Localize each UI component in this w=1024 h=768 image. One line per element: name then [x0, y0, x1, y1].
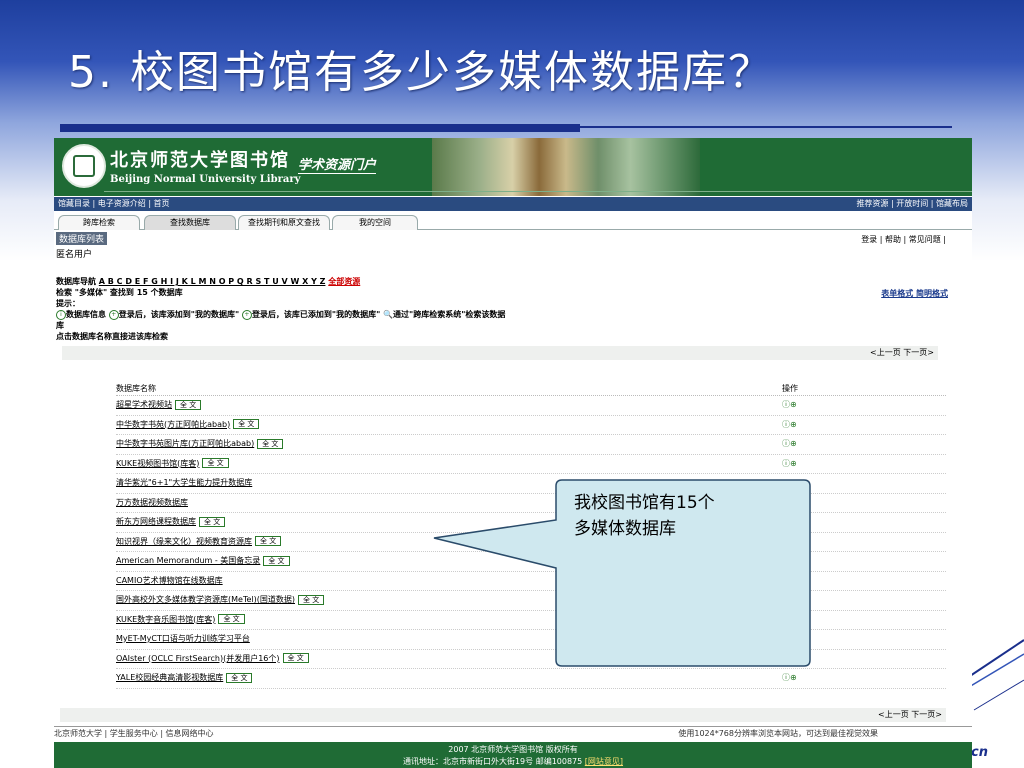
database-name-link[interactable]: 中华数字书苑图片库(方正阿帕比abab) — [116, 439, 254, 448]
fulltext-badge[interactable]: 全 文 — [202, 458, 229, 468]
database-name-link[interactable]: 清华紫光"6+1"大学生能力提升数据库 — [116, 478, 252, 487]
row-action-icons[interactable]: ⓘ⊕ — [782, 416, 797, 435]
info-icon: i — [56, 309, 66, 320]
database-name-link[interactable]: YALE校园经典高清影视数据库 — [116, 673, 223, 682]
row-action-icons[interactable]: ⓘ⊕ — [782, 396, 797, 415]
table-row: 中华数字书苑(方正阿帕比abab) 全 文 ⓘ⊕ — [116, 416, 946, 435]
alpha-label: 数据库导航 — [56, 277, 96, 286]
fulltext-badge[interactable]: 全 文 — [297, 594, 325, 605]
database-name-link[interactable]: 国外高校外文多媒体教学资源库(MeTel)(国道数据) — [116, 595, 295, 604]
add-icon: + — [108, 309, 119, 320]
database-name-link[interactable]: OAIster (OCLC FirstSearch)(并发用户16个) — [116, 654, 280, 663]
fulltext-badge[interactable]: 全 文 — [263, 555, 290, 566]
database-name-link[interactable]: CAMIO艺术博物馆在线数据库 — [116, 576, 223, 585]
table-row: KUKE视频图书馆(库客) 全 文 ⓘ⊕ — [116, 455, 946, 474]
col-name-header: 数据库名称 — [116, 384, 156, 393]
added-icon: + — [241, 309, 252, 320]
table-row: YALE校园经典高清影视数据库全 文 ⓘ⊕ — [116, 669, 946, 689]
row-action-icons[interactable]: ⓘ⊕ — [782, 435, 797, 454]
fulltext-badge[interactable]: 全 文 — [226, 672, 253, 683]
title-rule — [60, 124, 580, 132]
callout-line2: 多媒体数据库 — [574, 519, 676, 539]
format-links[interactable]: 表单格式 简明格式 — [881, 288, 948, 299]
slide-title: 5. 校图书馆有多少多媒体数据库？ — [68, 47, 774, 98]
table-row: 中华数字书苑图片库(方正阿帕比abab) 全 文 ⓘ⊕ — [116, 435, 946, 455]
footer-copyright: 2007 北京师范大学图书馆 版权所有 通讯地址：北京市新街口外大街19号 邮编… — [54, 742, 972, 768]
col-ops-header: 操作 — [782, 384, 798, 393]
database-name-link[interactable]: KUKE数字音乐图书馆(库客) — [116, 615, 215, 624]
alpha-letters[interactable]: A B C D E F G H I J K L M N O P Q R S T … — [99, 277, 326, 286]
row-action-icons[interactable]: ⓘ⊕ — [782, 669, 797, 688]
footer-links: 北京师范大学 | 学生服务中心 | 信息网络中心 使用1024*768分辨率浏览… — [54, 726, 972, 741]
anonymous-user: 匿名用户 — [56, 250, 93, 260]
hint-line: i 数据库信息 + 登录后，该库添加到"我的数据库" + 登录后，该库已添加到"我的数… — [56, 309, 964, 320]
database-name-link[interactable]: KUKE视频图书馆(库客) — [116, 459, 199, 468]
database-list-label: 数据库列表 — [56, 232, 108, 245]
database-name-link[interactable]: 超星学术视频站 — [116, 400, 172, 409]
callout-line1: 我校图书馆有15个 — [574, 493, 715, 513]
database-name-link[interactable]: 知识视界（缘来文化）视频教育资源库 — [116, 537, 252, 546]
hint-add: 登录后，该库添加到"我的数据库" — [118, 310, 240, 319]
database-name-link[interactable]: American Memorandum - 美国备忘录 — [116, 556, 260, 565]
library-name-en: Beijing Normal University Library — [110, 174, 301, 185]
database-name-link[interactable]: 万方数据视频数据库 — [116, 498, 188, 507]
library-banner: 北京师范大学图书馆 Beijing Normal University Libr… — [54, 138, 972, 196]
main-content: 数据库列表 匿名用户 登录 | 帮助 | 常见问题 | 数据库导航 A B C … — [54, 230, 972, 360]
feedback-link[interactable]: [网站意见] — [585, 757, 623, 766]
row-action-icons[interactable]: ⓘ⊕ — [782, 455, 797, 474]
hint-click: 点击数据库名称直接进该库检索 — [56, 332, 168, 341]
search-icon: 🔍 — [383, 310, 394, 319]
tab-find-journal[interactable]: 查找期刊和原文查找 — [238, 215, 330, 230]
tab-find-database[interactable]: 查找数据库 — [144, 215, 236, 230]
hint-search: 通过"跨库检索系统"检索该数据 — [393, 310, 506, 319]
top-navigation: 馆藏目录 | 电子资源介绍 | 首页 推荐资源 | 开放时间 | 馆藏布局 — [54, 196, 972, 211]
footer-resolution-note: 使用1024*768分辨率浏览本网站，可达到最佳视觉效果 — [678, 729, 878, 738]
corner-text: cn — [971, 745, 988, 760]
footer-left-links[interactable]: 北京师范大学 | 学生服务中心 | 信息网络中心 — [54, 729, 214, 738]
callout-text: 我校图书馆有15个 多媒体数据库 — [574, 490, 790, 542]
tab-my-space[interactable]: 我的空间 — [332, 215, 418, 230]
banner-divider — [104, 191, 972, 192]
table-header: 数据库名称 操作 — [116, 382, 946, 396]
search-result-text: 检索 "多媒体" 查找到 15 个数据库 — [56, 288, 183, 297]
fulltext-badge[interactable]: 全 文 — [257, 438, 284, 449]
all-resources-link[interactable]: 全部资源 — [328, 277, 360, 286]
topnav-right-links[interactable]: 推荐资源 | 开放时间 | 馆藏布局 — [856, 197, 968, 211]
tab-cross-search[interactable]: 跨库检索 — [58, 215, 140, 230]
topnav-left-links[interactable]: 馆藏目录 | 电子资源介绍 | 首页 — [58, 199, 170, 208]
fulltext-badge[interactable]: 全 文 — [233, 419, 260, 429]
decorative-lines — [964, 639, 1024, 711]
fulltext-badge[interactable]: 全 文 — [175, 399, 202, 410]
database-name-link[interactable]: 中华数字书苑(方正阿帕比abab) — [116, 420, 230, 429]
hint-label: 提示： — [56, 299, 80, 308]
address-text: 通讯地址：北京市新街口外大街19号 邮编100875 — [402, 757, 583, 766]
portal-title: 学术资源门户 — [298, 154, 377, 174]
fulltext-badge[interactable]: 全 文 — [282, 653, 309, 663]
library-screenshot: 北京师范大学图书馆 Beijing Normal University Libr… — [54, 138, 972, 768]
database-name-link[interactable]: MyET-MyCT口语与听力训练学习平台 — [116, 634, 250, 643]
database-name-link[interactable]: 新东方网络课程数据库 — [116, 517, 196, 526]
fulltext-badge[interactable]: 全 文 — [199, 516, 226, 527]
hint-wrap: 库 — [56, 321, 64, 330]
library-name-cn: 北京师范大学图书馆 — [110, 150, 290, 171]
fulltext-badge[interactable]: 全 文 — [218, 614, 245, 624]
alphabet-navigation: 数据库导航 A B C D E F G H I J K L M N O P Q … — [56, 276, 964, 287]
table-row: 超星学术视频站全 文 ⓘ⊕ — [116, 396, 946, 416]
pager-bottom[interactable]: <上一页 下一页> — [60, 708, 946, 722]
pager-top[interactable]: <上一页 下一页> — [62, 346, 938, 360]
account-links[interactable]: 登录 | 帮助 | 常见问题 | — [861, 234, 946, 245]
university-seal-icon — [62, 144, 106, 188]
copyright-text: 2007 北京师范大学图书馆 版权所有 — [448, 745, 578, 754]
hint-added: 登录后，该库已添加到"我的数据库" — [251, 310, 381, 319]
hint-info: 数据库信息 — [66, 310, 106, 319]
campus-photo — [432, 138, 700, 196]
title-rule-thin — [580, 126, 952, 128]
tab-bar: 跨库检索 查找数据库 查找期刊和原文查找 我的空间 — [54, 211, 972, 230]
fulltext-badge[interactable]: 全 文 — [255, 536, 282, 546]
